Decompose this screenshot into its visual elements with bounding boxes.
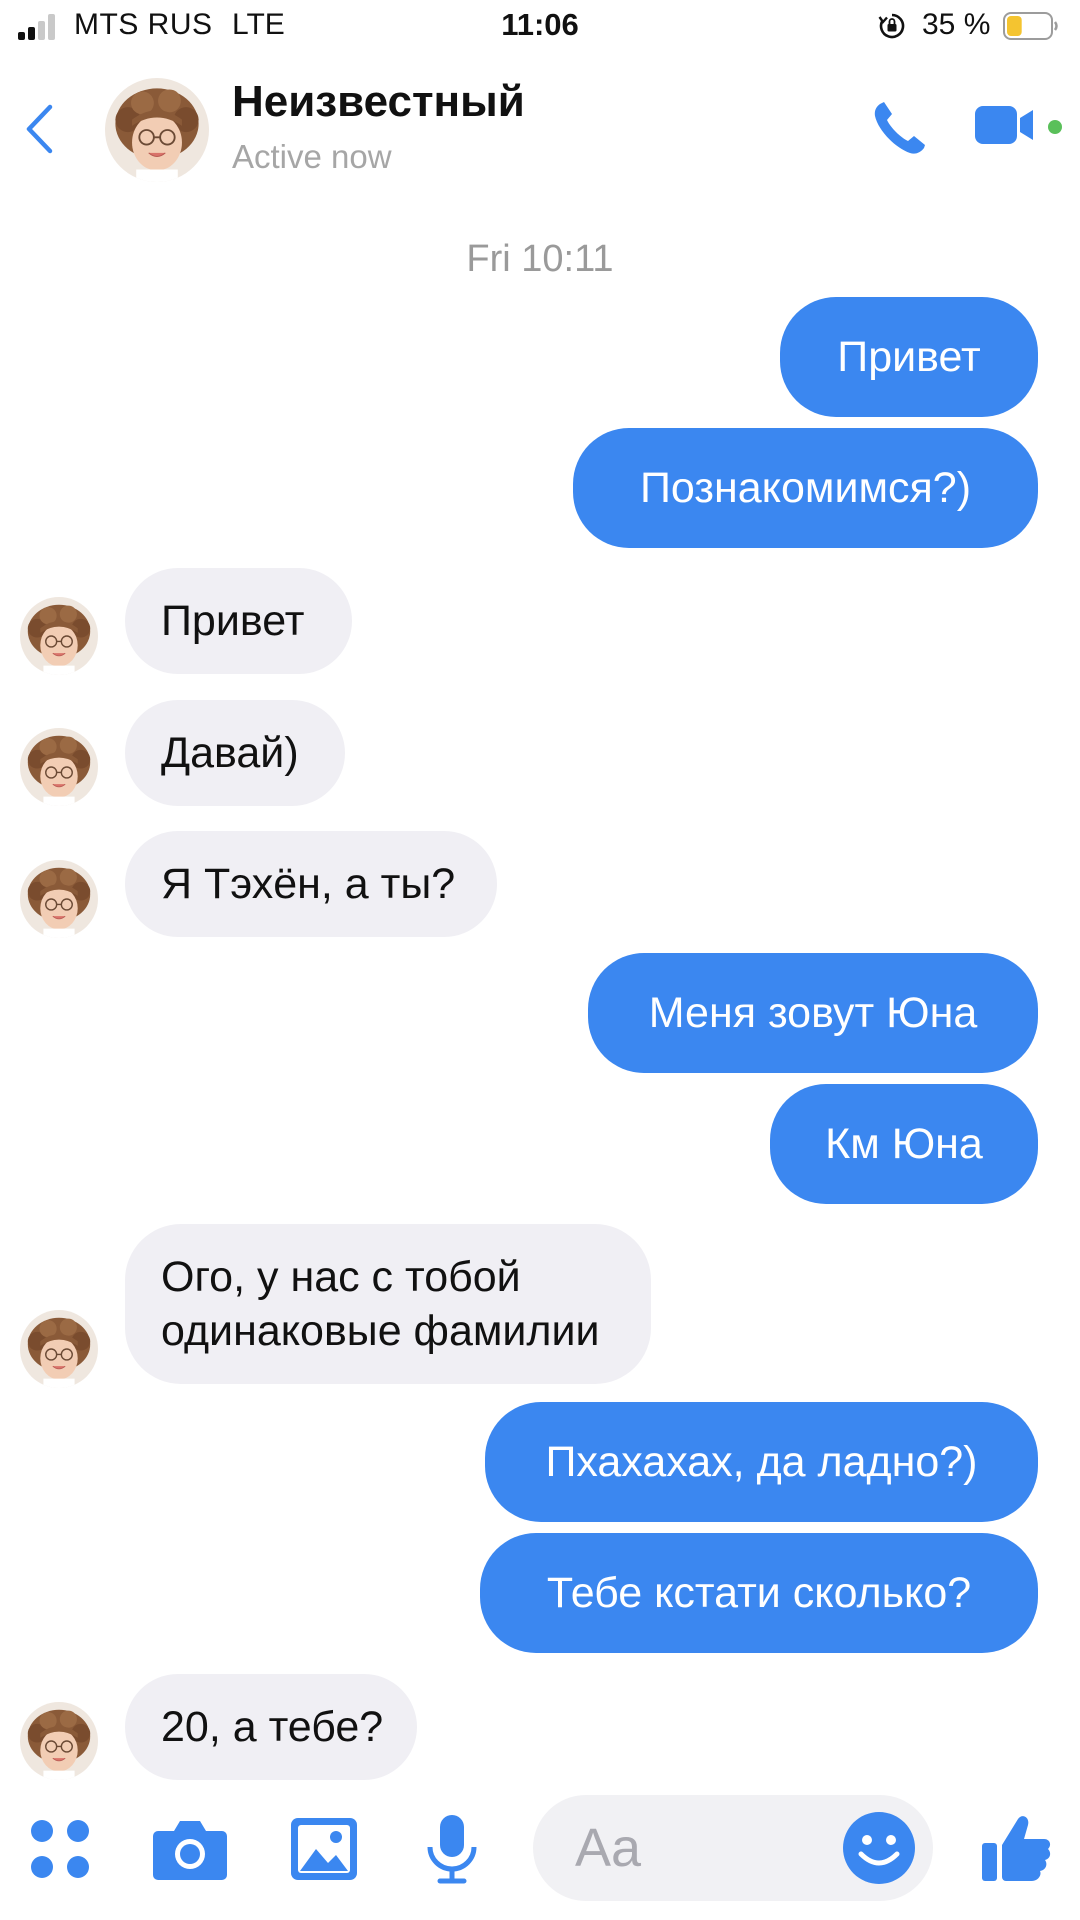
contact-avatar[interactable] (105, 78, 209, 182)
sender-avatar[interactable] (20, 860, 98, 938)
message-bubble-incoming[interactable]: Давай) (125, 700, 345, 806)
sender-avatar[interactable] (20, 597, 98, 675)
battery-percentage: 35 % (922, 8, 991, 41)
microphone-icon[interactable] (424, 1813, 480, 1885)
message-input[interactable]: Aa (533, 1795, 933, 1901)
chat-header: Неизвестный Active now (0, 60, 1080, 195)
message-bubble-outgoing[interactable]: Привет (780, 297, 1038, 417)
gallery-icon[interactable] (290, 1817, 358, 1881)
message-bubble-outgoing[interactable]: Познакомимся?) (573, 428, 1038, 548)
message-bubble-outgoing[interactable]: Км Юна (770, 1084, 1038, 1204)
message-composer: Aa (0, 1795, 1080, 1920)
message-text-line: одинаковые фамилии (161, 1307, 600, 1355)
message-bubble-incoming[interactable]: Ого, у нас с тобой одинаковые фамилии (125, 1224, 651, 1384)
status-bar: MTS RUS LTE 11:06 35 % (0, 0, 1080, 56)
message-bubble-outgoing[interactable]: Меня зовут Юна (588, 953, 1038, 1073)
message-text-line: Ого, у нас с тобой (161, 1253, 521, 1301)
message-input-placeholder: Aa (575, 1818, 642, 1878)
message-bubble-incoming[interactable]: Привет (125, 568, 352, 674)
chevron-left-icon[interactable] (22, 102, 56, 156)
status-time: 11:06 (501, 7, 579, 42)
phone-icon[interactable] (868, 98, 930, 160)
video-camera-icon[interactable] (975, 104, 1035, 146)
contact-status: Active now (232, 138, 392, 175)
online-indicator (1048, 120, 1062, 134)
sender-avatar[interactable] (20, 728, 98, 806)
message-bubble-outgoing[interactable]: Тебе кстати сколько? (480, 1533, 1038, 1653)
message-bubble-incoming[interactable]: 20, а тебе? (125, 1674, 417, 1780)
message-bubble-outgoing[interactable]: Пхахахах, да ладно?) (485, 1402, 1038, 1522)
sender-avatar[interactable] (20, 1702, 98, 1780)
emoji-icon[interactable] (841, 1810, 917, 1886)
sender-avatar[interactable] (20, 1310, 98, 1388)
thumbs-up-icon[interactable] (982, 1811, 1052, 1883)
orientation-lock-icon (878, 13, 905, 39)
battery-icon (1003, 12, 1058, 40)
apps-icon[interactable] (28, 1817, 92, 1881)
message-bubble-incoming[interactable]: Я Тэхён, а ты? (125, 831, 497, 937)
contact-name[interactable]: Неизвестный (232, 77, 525, 127)
camera-icon[interactable] (152, 1817, 228, 1881)
conversation-timestamp: Fri 10:11 (466, 238, 614, 280)
